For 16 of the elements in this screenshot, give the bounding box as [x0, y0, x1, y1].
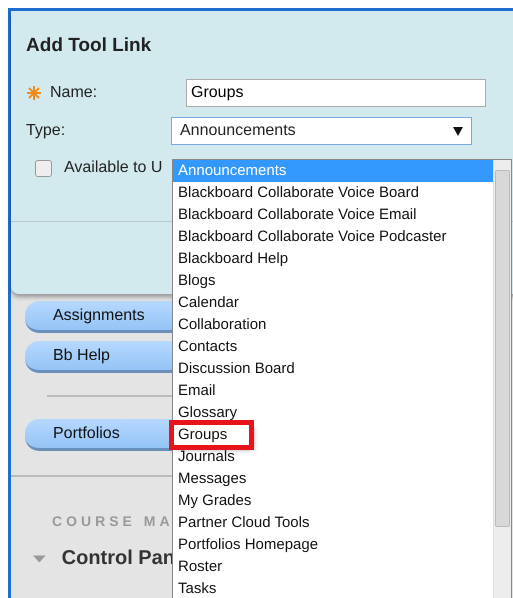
nav-button[interactable]: Portfolios	[25, 419, 172, 451]
type-select[interactable]: Announcements	[171, 117, 472, 145]
dialog-title: Add Tool Link	[26, 35, 152, 57]
available-label: Available to U	[64, 159, 162, 177]
nav-button[interactable]: Bb Help	[25, 341, 172, 373]
section-heading: COURSE MA	[52, 513, 175, 529]
type-label: Type:	[26, 122, 66, 140]
name-label: Name:	[50, 84, 98, 102]
scrollbar-thumb[interactable]	[495, 170, 510, 527]
caret-icon	[453, 126, 463, 136]
triangle-icon[interactable]	[33, 554, 46, 564]
asterisk-icon	[26, 85, 42, 101]
checkbox[interactable]	[35, 160, 52, 176]
option-item[interactable]: Groups	[173, 424, 250, 446]
nav-button[interactable]: Assignments	[25, 301, 172, 333]
name-field[interactable]: Groups	[186, 79, 486, 107]
